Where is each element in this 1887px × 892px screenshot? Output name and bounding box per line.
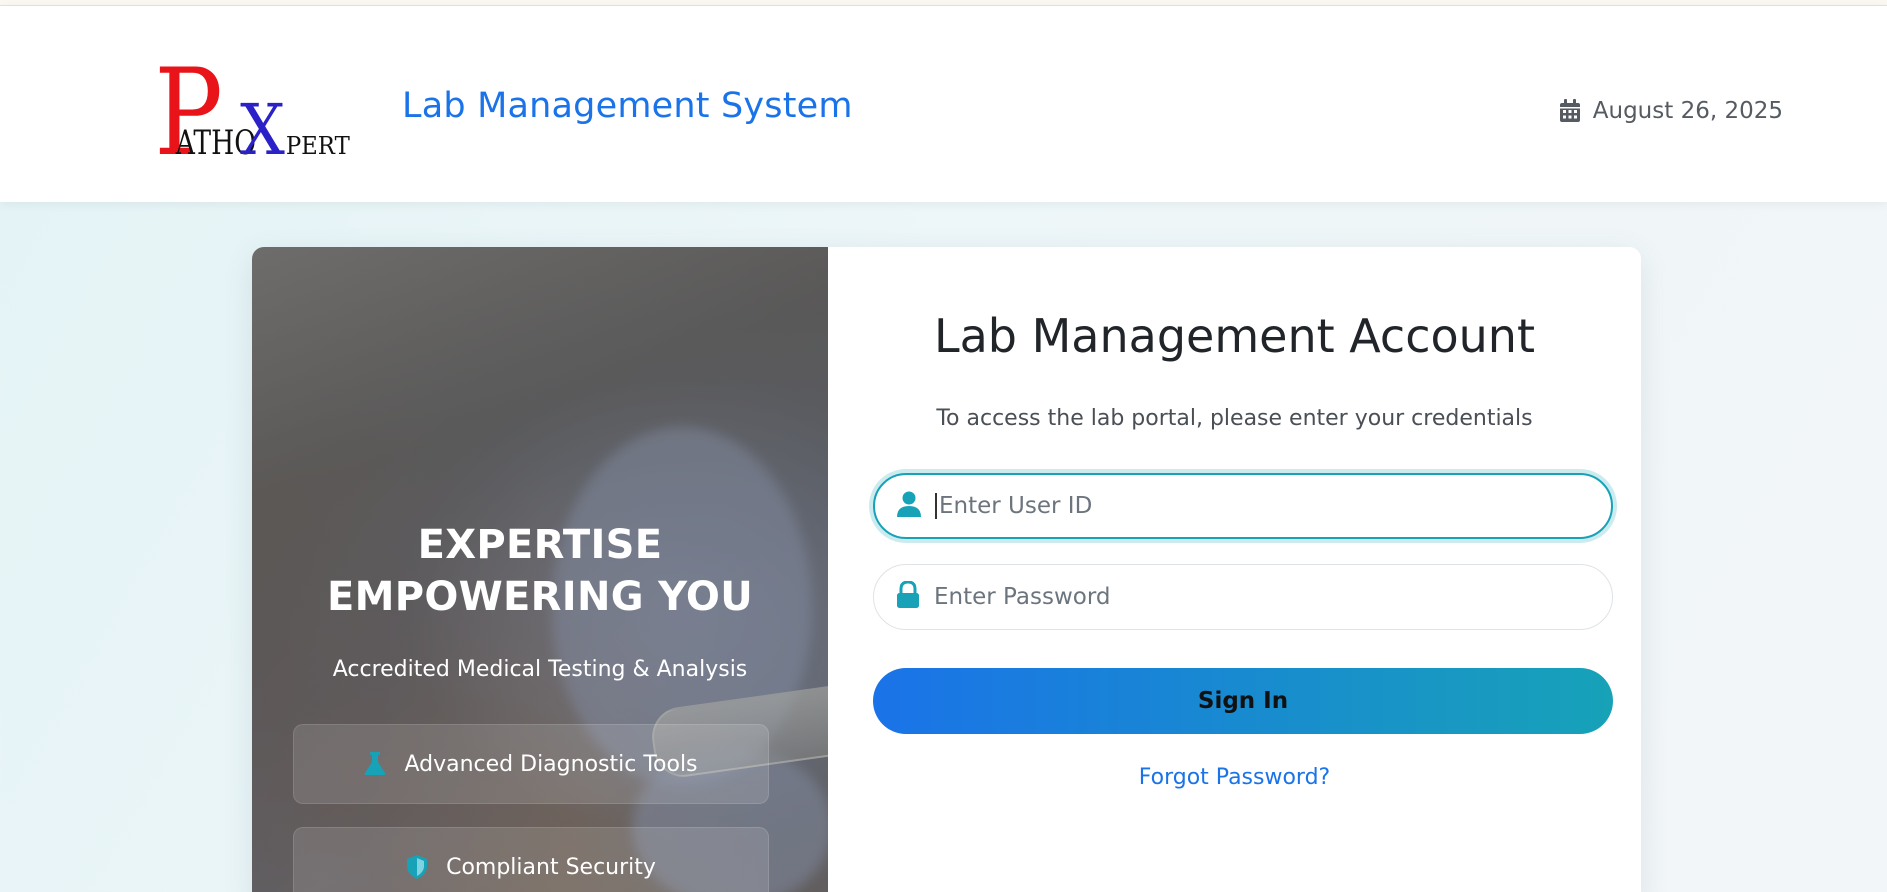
- login-form-panel: Lab Management Account To access the lab…: [828, 247, 1641, 892]
- hero-title: EXPERTISE EMPOWERING YOU: [326, 522, 754, 620]
- shield-icon: [406, 855, 428, 879]
- svg-text:X: X: [240, 89, 285, 166]
- user-id-field[interactable]: [873, 473, 1613, 539]
- forgot-password-link[interactable]: Forgot Password?: [828, 765, 1641, 790]
- header: P ATHO X PERT Lab Management System Augu…: [0, 6, 1887, 202]
- password-field[interactable]: [873, 564, 1613, 630]
- form-subtitle: To access the lab portal, please enter y…: [936, 406, 1533, 431]
- login-card: EXPERTISE EMPOWERING YOU Accredited Medi…: [252, 247, 1641, 892]
- feature-label: Advanced Diagnostic Tools: [404, 751, 698, 777]
- hero-subtitle: Accredited Medical Testing & Analysis: [332, 657, 748, 682]
- svg-text:PERT: PERT: [286, 131, 350, 160]
- feature-diagnostic-tools: Advanced Diagnostic Tools: [293, 724, 769, 804]
- flask-icon: [364, 752, 386, 776]
- password-input[interactable]: [934, 584, 1574, 610]
- sign-in-button[interactable]: Sign In: [873, 668, 1613, 734]
- date-text: August 26, 2025: [1592, 98, 1783, 124]
- calendar-icon: [1559, 99, 1580, 122]
- user-id-input[interactable]: [935, 493, 1575, 519]
- feature-label: Compliant Security: [446, 854, 656, 880]
- lock-icon: [896, 580, 920, 613]
- pathoxpert-logo: P ATHO X PERT: [154, 46, 350, 166]
- hero-panel: EXPERTISE EMPOWERING YOU Accredited Medi…: [252, 247, 886, 892]
- app-title: Lab Management System: [402, 86, 853, 126]
- feature-compliant-security: Compliant Security: [293, 827, 769, 892]
- form-title: Lab Management Account: [933, 309, 1535, 363]
- user-icon: [897, 491, 921, 521]
- date-display: August 26, 2025: [1559, 98, 1783, 124]
